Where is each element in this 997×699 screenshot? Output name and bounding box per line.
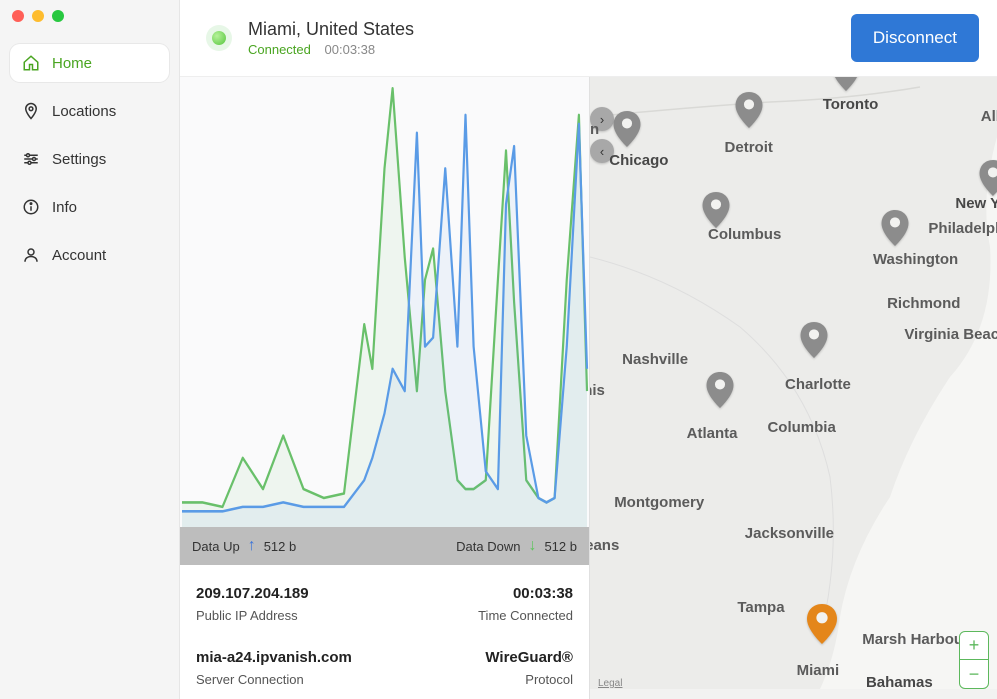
map-label-detroit: Detroit (725, 139, 773, 156)
map-pin-detroit[interactable] (735, 92, 763, 133)
map-label-atlanta: Atlanta (687, 425, 738, 442)
sidebar-item-label: Locations (52, 103, 116, 120)
protocol-value: WireGuard® (385, 649, 574, 666)
map-label-tampa: Tampa (737, 599, 784, 616)
server-value: mia-a24.ipvanish.com (196, 649, 385, 666)
map-pin-charlotte[interactable] (800, 322, 828, 363)
map-label-washington: Washington (873, 251, 958, 268)
sidebar-item-settings[interactable]: Settings (10, 140, 169, 178)
disconnect-button[interactable]: Disconnect (851, 14, 979, 62)
sidebar: Home Locations Settings Info Account (0, 0, 180, 699)
map-pin-miami[interactable] (806, 604, 838, 649)
time-connected-label: Time Connected (385, 608, 574, 623)
map-legal-link[interactable]: Legal (598, 678, 622, 689)
sidebar-item-account[interactable]: Account (10, 236, 169, 274)
sidebar-item-home[interactable]: Home (10, 44, 169, 82)
map-pin-washington[interactable] (881, 210, 909, 251)
map-label-bahamas: Bahamas (866, 674, 933, 691)
map-pin-toronto[interactable] (832, 77, 860, 96)
map-pin-chicago[interactable] (613, 111, 641, 152)
location-pin-icon (22, 102, 40, 120)
map-label-columbia: Columbia (767, 419, 835, 436)
protocol-label: Protocol (385, 672, 574, 687)
arrow-up-icon: ↑ (248, 537, 256, 555)
map-label-marsh-harbour: Marsh Harbour (862, 631, 969, 648)
map[interactable]: › ‹ TorontoChicagoDetroitColumbusNew Yor… (590, 77, 997, 699)
map-label-montgomery: Montgomery (614, 494, 704, 511)
sidebar-item-label: Account (52, 247, 106, 264)
map-label-columbus: Columbus (708, 226, 781, 243)
connection-status-text: Connected (248, 42, 311, 57)
map-label-charlotte: Charlotte (785, 376, 851, 393)
map-label-toronto: Toronto (823, 96, 879, 113)
data-down-value: 512 b (544, 539, 577, 554)
map-label-chicago: Chicago (609, 152, 668, 169)
header-timer: 00:03:38 (325, 42, 376, 57)
map-label-eans: eans (590, 537, 619, 554)
data-up-value: 512 b (264, 539, 297, 554)
sidebar-item-info[interactable]: Info (10, 188, 169, 226)
server-label: Server Connection (196, 672, 385, 687)
sidebar-item-label: Settings (52, 151, 106, 168)
data-bar: Data Up ↑ 512 b Data Down ↓ 512 b (180, 527, 589, 565)
window-traffic-lights (12, 10, 64, 22)
zoom-in-button[interactable]: + (960, 632, 988, 660)
home-icon (22, 54, 40, 72)
connection-status-icon (204, 23, 234, 53)
map-label-new-york: New York (955, 195, 997, 212)
minimize-window-icon[interactable] (32, 10, 44, 22)
fullscreen-window-icon[interactable] (52, 10, 64, 22)
close-window-icon[interactable] (12, 10, 24, 22)
map-label-jacksonville: Jacksonville (745, 525, 834, 542)
data-down-label: Data Down (456, 539, 520, 554)
map-label-philadelphia: Philadelphia (928, 220, 997, 237)
zoom-out-button[interactable]: − (960, 660, 988, 688)
map-zoom: + − (959, 631, 989, 689)
map-label-virginia-beach: Virginia Beach (904, 326, 997, 343)
map-label-alba: Alba (981, 108, 997, 125)
arrow-down-icon: ↓ (528, 537, 536, 555)
map-pin-atlanta[interactable] (706, 372, 734, 413)
map-label-nashville: Nashville (622, 351, 688, 368)
header: Miami, United States Connected 00:03:38 … (180, 0, 997, 77)
data-up-label: Data Up (192, 539, 240, 554)
time-connected-value: 00:03:38 (385, 585, 574, 602)
map-label-his: his (590, 382, 605, 399)
connection-details: 209.107.204.189 Public IP Address 00:03:… (180, 565, 589, 699)
traffic-chart (180, 77, 589, 527)
map-label-richmond: Richmond (887, 295, 960, 312)
map-label-on: on (590, 121, 599, 138)
map-label-miami: Miami (797, 662, 840, 679)
sidebar-item-locations[interactable]: Locations (10, 92, 169, 130)
account-icon (22, 246, 40, 264)
public-ip-value: 209.107.204.189 (196, 585, 385, 602)
header-location: Miami, United States (248, 19, 837, 40)
settings-sliders-icon (22, 150, 40, 168)
public-ip-label: Public IP Address (196, 608, 385, 623)
sidebar-item-label: Info (52, 199, 77, 216)
info-icon (22, 198, 40, 216)
sidebar-item-label: Home (52, 55, 92, 72)
